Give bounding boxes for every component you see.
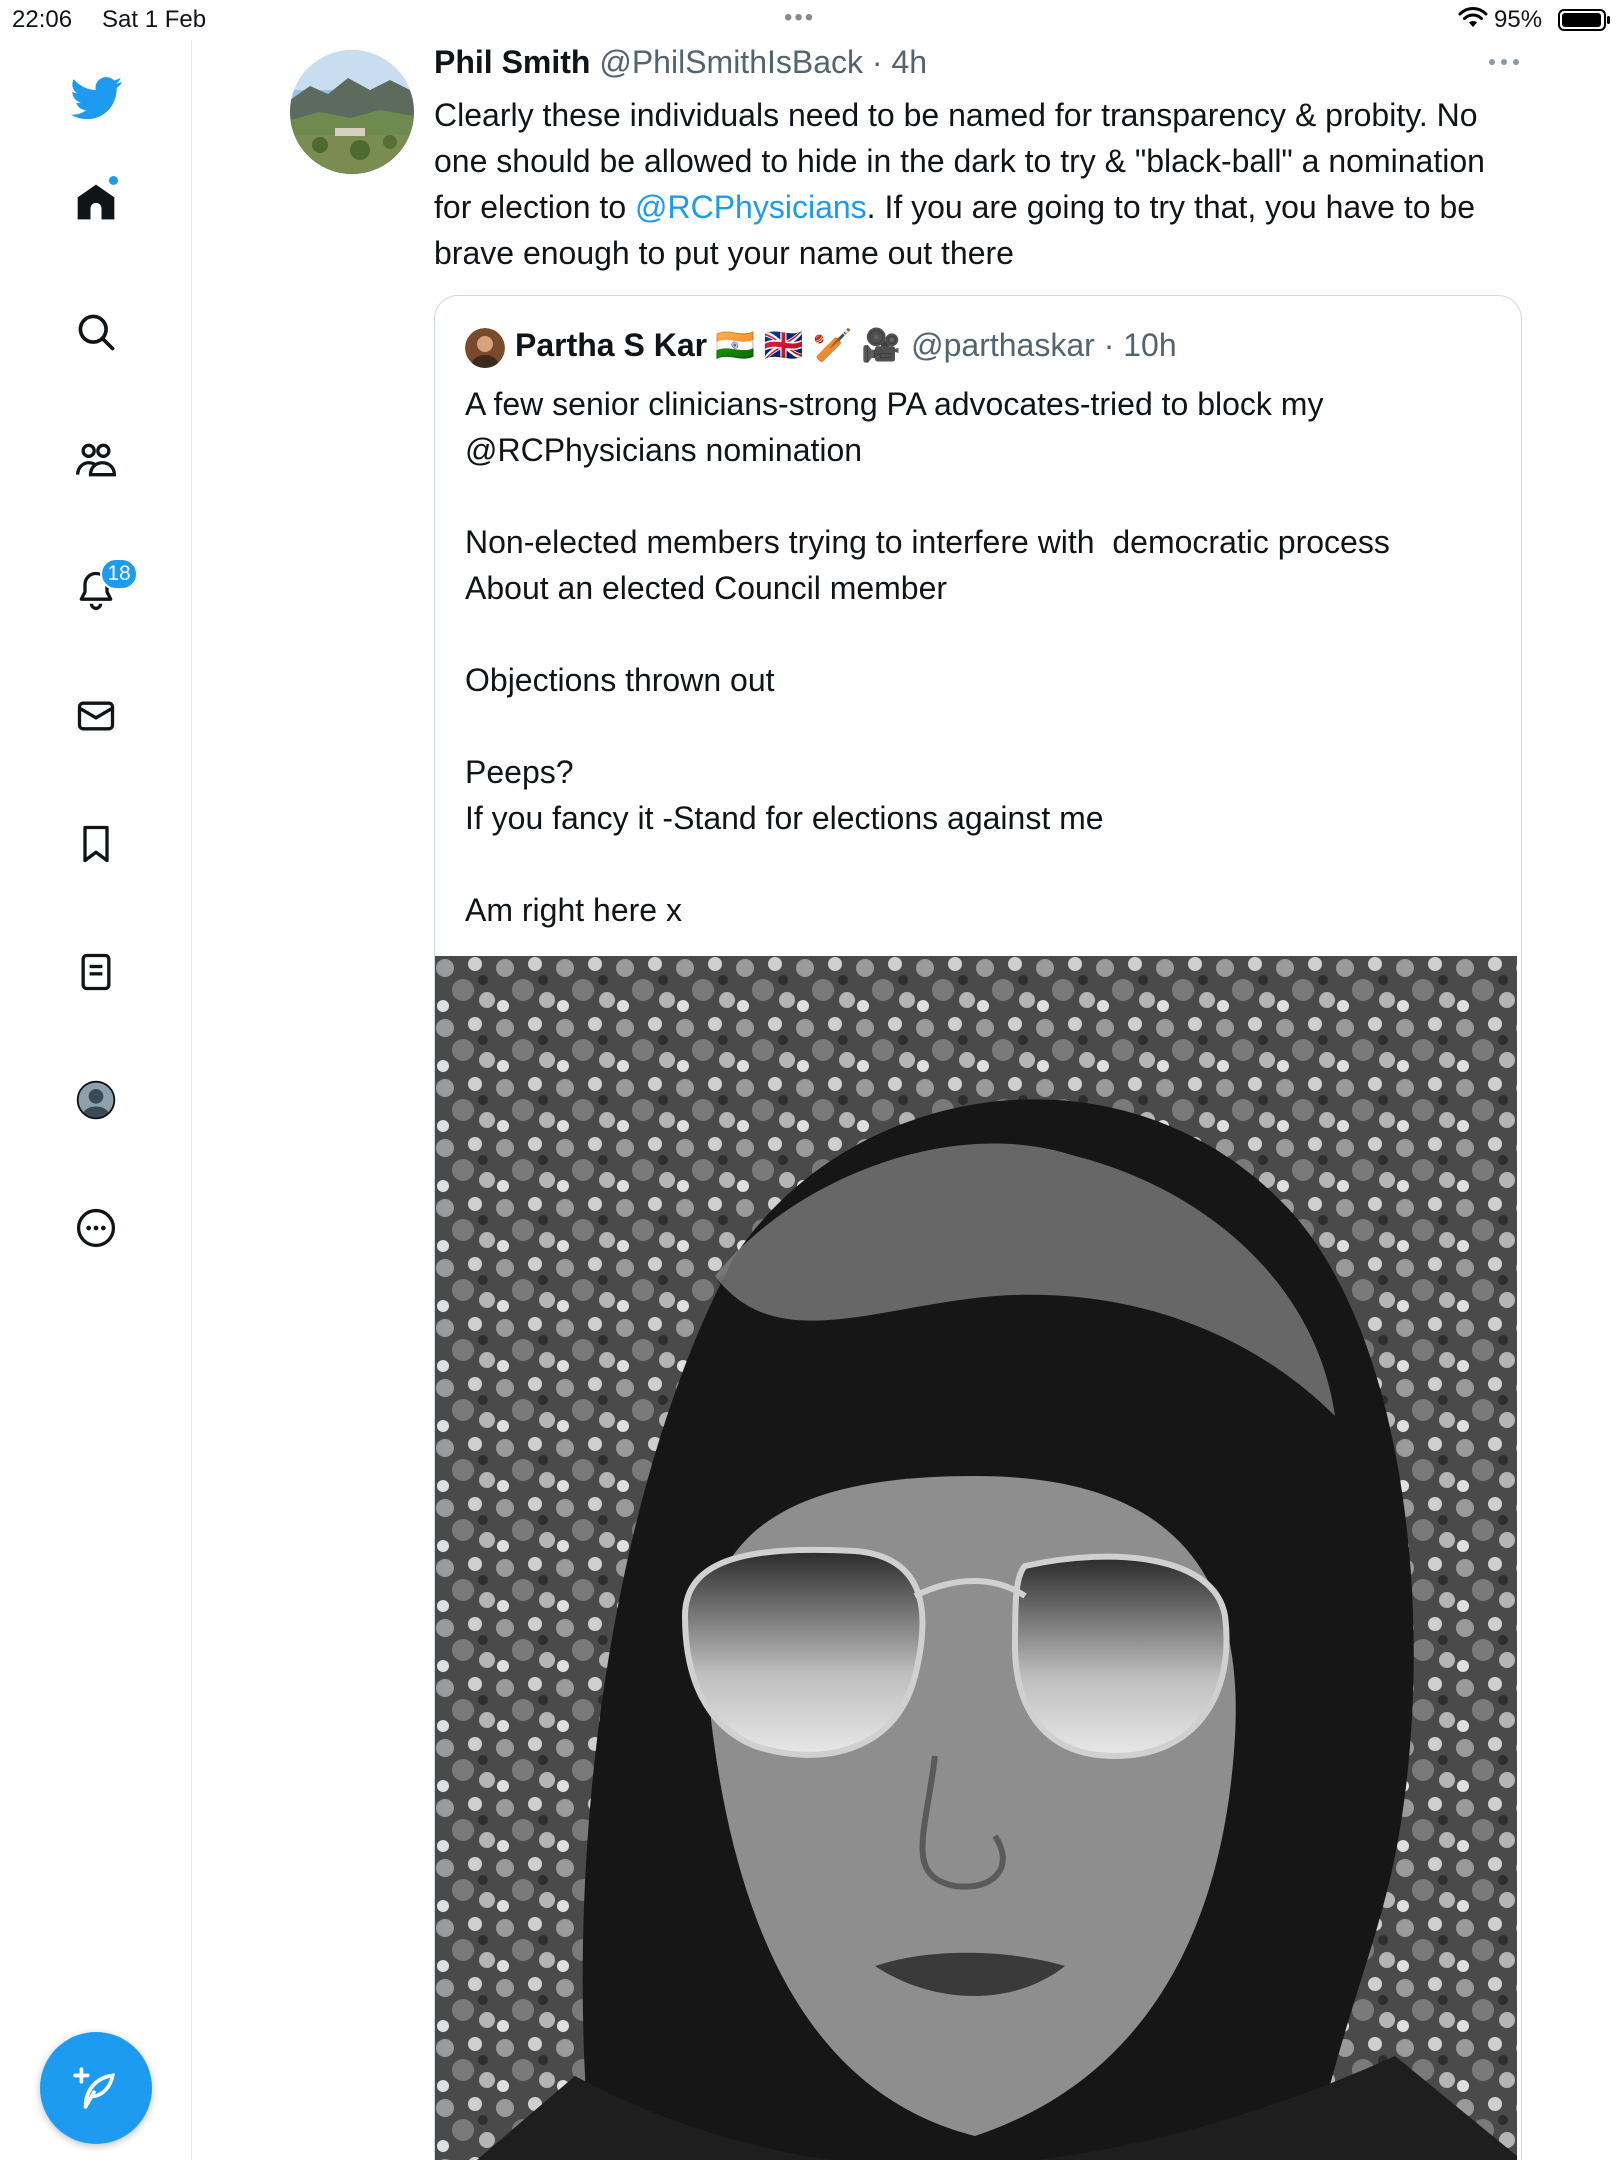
author-handle[interactable]: @PhilSmithIsBack (599, 44, 863, 80)
nav-profile[interactable] (66, 1070, 126, 1130)
nav-more[interactable] (66, 1198, 126, 1258)
status-date: Sat 1 Feb (102, 6, 207, 33)
author-avatar[interactable] (290, 50, 414, 174)
more-options-icon[interactable] (1486, 52, 1522, 72)
quoted-tweet-photo[interactable] (435, 956, 1517, 2160)
tweet-text: Clearly these individuals need to be nam… (434, 97, 1485, 271)
quoted-tweet[interactable]: Partha S Kar 🇮🇳 🇬🇧 🏏 🎥 @parthaskar · 10h… (434, 295, 1522, 2160)
flag-emojis: 🇮🇳 🇬🇧 🏏 🎥 (715, 327, 902, 363)
envelope-icon (77, 701, 115, 731)
nav-explore[interactable] (66, 302, 126, 362)
multitasking-dots-icon[interactable]: ••• (784, 4, 815, 32)
twitter-logo-icon[interactable] (66, 68, 126, 128)
list-icon (81, 953, 111, 991)
nav-bookmarks[interactable] (66, 814, 126, 874)
author-name[interactable]: Phil Smith (434, 44, 590, 80)
sidebar: 18 (0, 40, 192, 2160)
battery-percentage: 95% (1494, 6, 1543, 33)
bookmark-icon (83, 825, 109, 863)
communities-icon (76, 443, 116, 477)
notifications-count-badge: 18 (100, 558, 138, 590)
home-unread-dot (107, 174, 120, 187)
tweet-header: Phil Smith @PhilSmithIsBack · 4h (434, 44, 928, 80)
more-circle-icon (76, 1208, 116, 1248)
nav-messages[interactable] (66, 686, 126, 746)
quoted-author-name: Partha S Kar (515, 326, 708, 363)
quoted-author-handle: @parthaskar (911, 326, 1095, 363)
status-time: 22:06 (12, 6, 73, 33)
profile-icon (76, 1080, 116, 1120)
compose-tweet-button[interactable] (40, 2032, 152, 2144)
quoted-tweet-text: A few senior clinicians-strong PA advoca… (465, 386, 1390, 928)
quoted-tweet-header: Partha S Kar 🇮🇳 🇬🇧 🏏 🎥 @parthaskar · 10h (515, 326, 1177, 364)
wifi-icon (1458, 7, 1488, 27)
quoted-tweet-time: 10h (1123, 326, 1177, 363)
battery-icon (1558, 9, 1610, 31)
tweet-time[interactable]: 4h (891, 44, 927, 80)
search-icon (78, 314, 115, 351)
status-bar: 22:06 Sat 1 Feb ••• 95% (0, 0, 1620, 40)
nav-home[interactable] (66, 172, 126, 232)
nav-communities[interactable] (66, 430, 126, 490)
nav-lists[interactable] (66, 942, 126, 1002)
quoted-author-avatar (465, 328, 505, 368)
mention-link[interactable]: @RCPhysicians (635, 189, 867, 225)
nav-notifications[interactable]: 18 (66, 558, 138, 620)
compose-feather-icon (73, 2067, 116, 2109)
